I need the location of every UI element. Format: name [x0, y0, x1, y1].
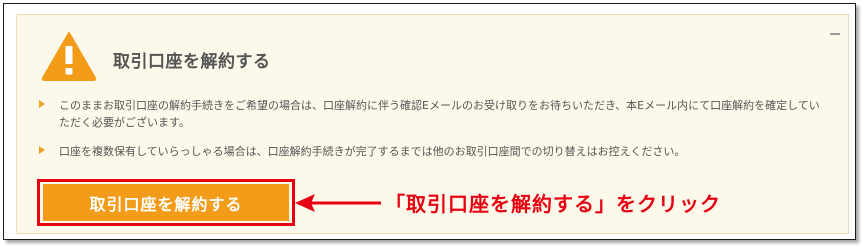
- note-text: 口座を複数保有していらっしゃる場合は、口座解約手続きが完了するまでは他のお取引口…: [59, 145, 686, 158]
- panel-title: 取引口座を解約する: [113, 52, 271, 72]
- warning-icon: [41, 32, 97, 81]
- triangle-bullet-icon: [39, 100, 45, 108]
- note-multiple-accounts: 口座を複数保有していらっしゃる場合は、口座解約手続きが完了するまでは他のお取引口…: [39, 143, 829, 160]
- triangle-bullet-icon: [39, 146, 45, 154]
- screenshot-frame: 取引口座を解約する このままお取引口座の解約手続きをご希望の場合は、口座解約に伴…: [3, 3, 856, 240]
- cancel-account-button[interactable]: 取引口座を解約する: [43, 184, 289, 221]
- cancel-account-panel: 取引口座を解約する このままお取引口座の解約手続きをご希望の場合は、口座解約に伴…: [16, 14, 849, 234]
- instruction-callout: 「取引口座を解約する」をクリック: [385, 192, 721, 216]
- note-text: このままお取引口座の解約手続きをご希望の場合は、口座解約に伴う確認Eメールのお受…: [59, 99, 820, 129]
- note-confirm-email: このままお取引口座の解約手続きをご希望の場合は、口座解約に伴う確認Eメールのお受…: [39, 97, 829, 131]
- minus-icon[interactable]: [830, 33, 840, 35]
- red-arrow-icon: [295, 194, 381, 212]
